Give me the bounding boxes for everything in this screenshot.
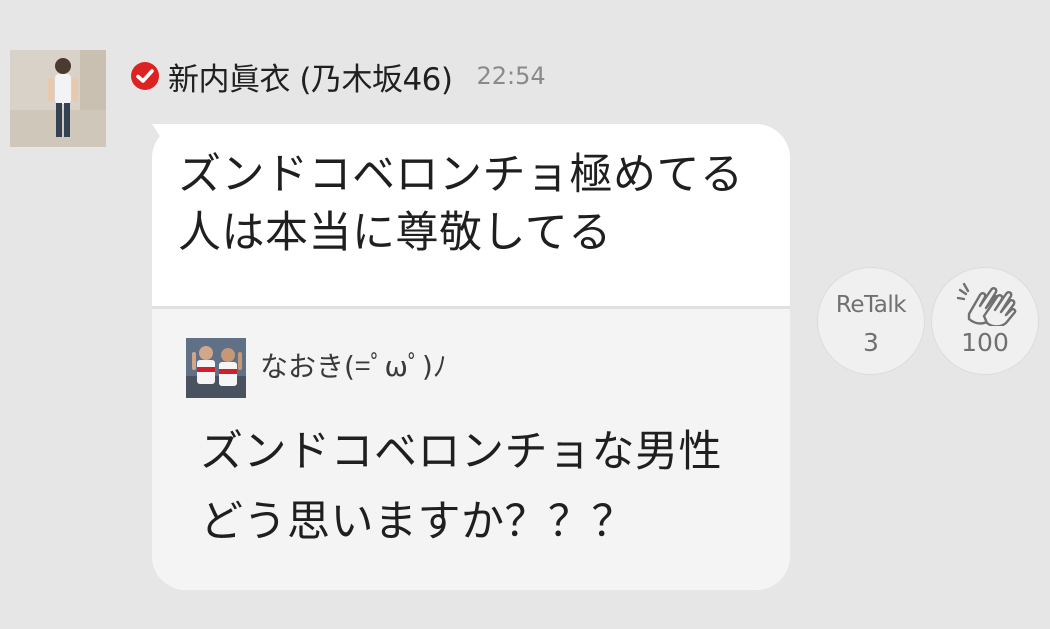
clap-button[interactable]: 100 <box>932 268 1038 374</box>
soccer-players-avatar-icon <box>186 338 246 398</box>
author-avatar[interactable] <box>10 50 106 147</box>
author-name[interactable]: 新内眞衣 (乃木坂46) <box>168 54 453 99</box>
message-text: ズンドコベロンチョ極めてる人は本当に尊敬してる <box>178 150 744 258</box>
quoted-message-text: ズンドコベロンチョな男性どう思いますか？？？ <box>200 427 722 547</box>
retalk-count: 3 <box>863 328 879 357</box>
person-avatar-icon <box>10 50 106 147</box>
retalk-label: ReTalk <box>835 292 907 318</box>
verified-check-icon <box>130 61 160 91</box>
post-header: 新内眞衣 (乃木坂46) 22:54 <box>130 54 546 99</box>
retalk-button[interactable]: ReTalk 3 <box>818 268 924 374</box>
clapping-hands-icon <box>956 282 1017 326</box>
quoted-author-name[interactable]: なおき(=ﾟωﾟ)ﾉ <box>260 345 447 385</box>
quoted-message[interactable]: なおき(=ﾟωﾟ)ﾉ ズンドコベロンチョな男性どう思いますか？？？ <box>152 306 790 590</box>
message-bubble[interactable]: ズンドコベロンチョ極めてる人は本当に尊敬してる なおき(=ﾟωﾟ)ﾉ ズンドコベ… <box>152 124 790 590</box>
clap-count: 100 <box>961 328 1009 357</box>
quoted-author-avatar[interactable] <box>186 338 246 398</box>
post-timestamp: 22:54 <box>476 62 546 90</box>
